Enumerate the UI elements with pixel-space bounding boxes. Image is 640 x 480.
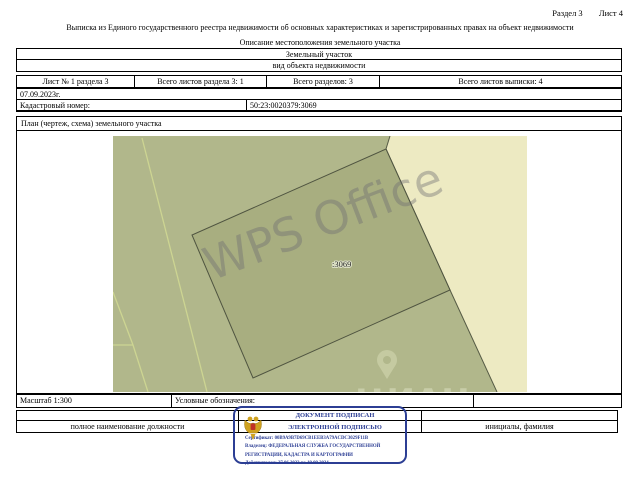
cadastral-line-1 bbox=[141, 137, 208, 392]
initials-label: инициалы, фамилия bbox=[421, 421, 617, 432]
plan-title: План (чертеж, схема) земельного участка bbox=[21, 119, 162, 128]
total-sheets-extract-cell: Всего листов выписки: 4 bbox=[379, 76, 621, 87]
sign-empty-3 bbox=[421, 411, 617, 421]
cadastral-map: ЦИАН :3069 WPS Office bbox=[113, 136, 527, 392]
sheets-info-table: Лист № 1 раздела 3 Всего листов раздела … bbox=[16, 75, 622, 88]
sheet-number: Лист 4 bbox=[598, 8, 623, 18]
digital-signature-stamp: ДОКУМЕНТ ПОДПИСАН ЭЛЕКТРОННОЙ ПОДПИСЬЮ С… bbox=[233, 406, 407, 466]
stamp-validity: Действителен: 27.06.2023 по 19.09.2024 bbox=[245, 460, 329, 466]
plan-title-row: План (чертеж, схема) земельного участка bbox=[16, 116, 622, 131]
document-title: Выписка из Единого государственного реес… bbox=[66, 23, 574, 32]
rosreestr-eagle-emblem-icon bbox=[244, 416, 262, 440]
scale-label: Масштаб 1:300 bbox=[20, 396, 72, 405]
stamp-line-2: ЭЛЕКТРОННОЙ ПОДПИСЬЮ bbox=[288, 423, 382, 431]
position-label: полное наименование должности bbox=[70, 422, 185, 431]
stamp-certificate: Сертификат: 00B9A9B7D69CB1EEB3A79ACDC302… bbox=[245, 436, 369, 441]
plot-number-label: :3069 bbox=[332, 259, 351, 269]
object-kind-label: вид объекта недвижимости bbox=[272, 61, 366, 70]
map-drawing: ЦИАН :3069 bbox=[113, 136, 527, 392]
stamp-owner-line-1: Владелец: ФЕДЕРАЛЬНАЯ СЛУЖБА ГОСУДАРСТВЕ… bbox=[245, 444, 381, 450]
section-number: Раздел 3 bbox=[552, 8, 583, 18]
total-sections-cell: Всего разделов: 3 bbox=[266, 76, 379, 87]
cadastral-number-label: Кадастровый номер: bbox=[20, 101, 90, 110]
total-sheets-section-cell: Всего листов раздела 3: 1 bbox=[134, 76, 266, 87]
extract-date: 07.09.2023г. bbox=[17, 89, 621, 100]
stamp-owner-line-2: РЕГИСТРАЦИИ, КАДАСТРА И КАРТОГРАФИИ bbox=[245, 452, 353, 458]
document-subtitle: Описание местоположения земельного участ… bbox=[239, 38, 401, 47]
page-header-meta: Раздел 3 Лист 4 bbox=[538, 8, 623, 18]
date-cadastral-table: 07.09.2023г. Кадастровый номер: 50:23:00… bbox=[16, 88, 622, 112]
map-pin-icon bbox=[377, 350, 397, 379]
sheet-no-cell: Лист № 1 раздела 3 bbox=[42, 77, 109, 86]
cadastral-number-value: 50:23:0020379:3069 bbox=[246, 100, 621, 111]
map-pin-watermark-text: ЦИАН bbox=[355, 382, 470, 392]
egrn-extract-document: Раздел 3 Лист 4 Выписка из Единого госуд… bbox=[0, 0, 640, 480]
legend-empty-cell bbox=[473, 395, 621, 407]
cadastral-line-2 bbox=[113, 291, 149, 392]
sign-empty-1 bbox=[17, 411, 238, 421]
plan-map-frame: ЦИАН :3069 WPS Office bbox=[16, 130, 622, 394]
stamp-line-1: ДОКУМЕНТ ПОДПИСАН bbox=[295, 412, 375, 419]
object-type-table: Земельный участок вид объекта недвижимос… bbox=[16, 48, 622, 72]
object-name: Земельный участок bbox=[17, 49, 621, 60]
